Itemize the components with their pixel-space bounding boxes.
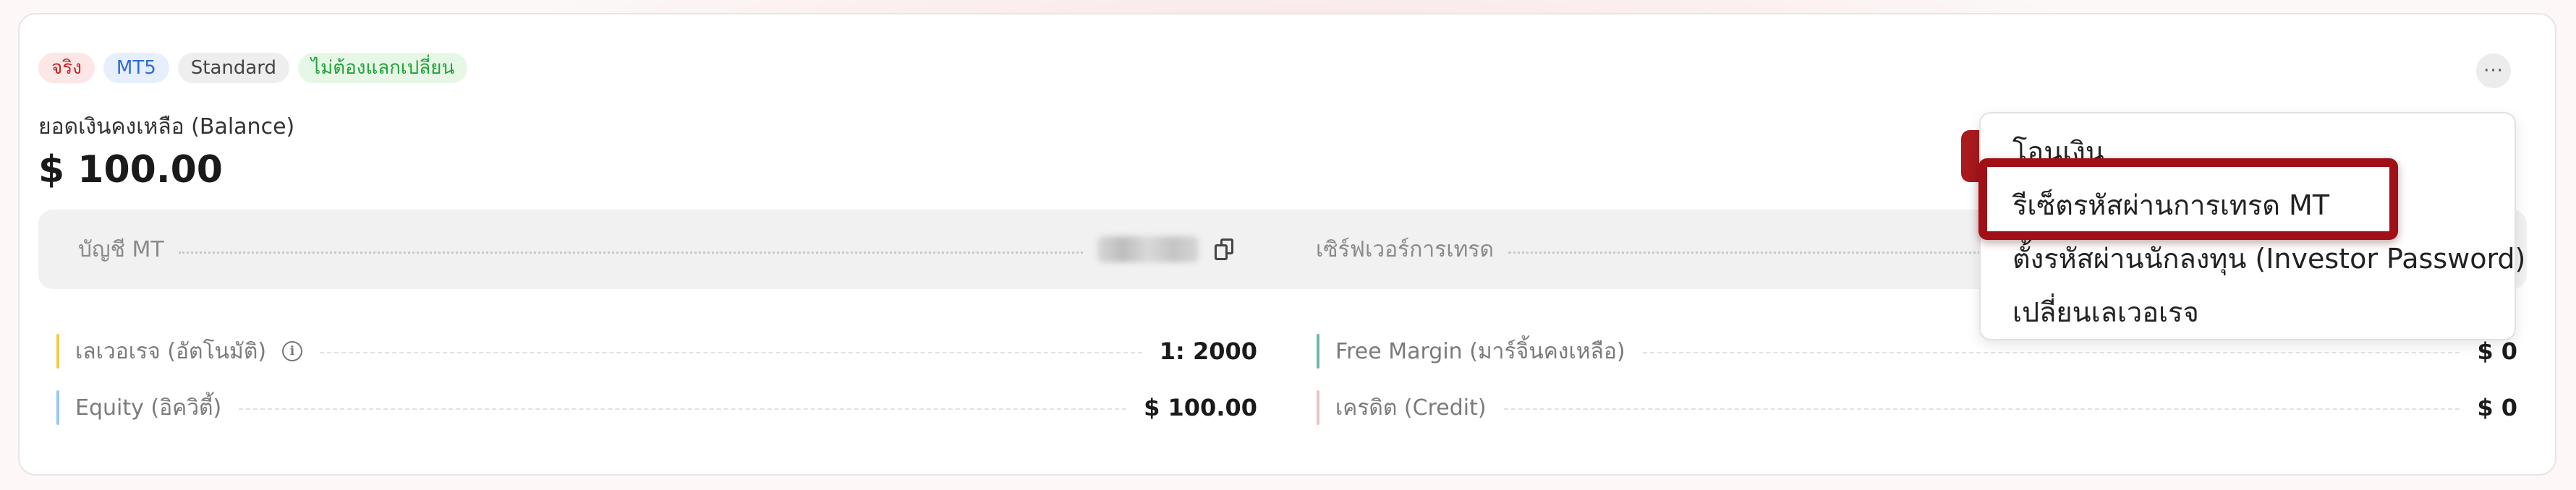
more-options-button[interactable]: ··· — [2476, 53, 2511, 88]
balance-label: ยอดเงินคงเหลือ (Balance) — [38, 114, 295, 139]
info-icon[interactable]: i — [282, 341, 303, 361]
leverage-accent — [56, 334, 59, 369]
mt-account-label: บัญชี MT — [78, 236, 164, 262]
free-margin-value: $ 0 — [2477, 338, 2517, 365]
equity-label: Equity (อิควิตี้) — [75, 395, 222, 421]
server-row: เซิร์ฟเวอร์การเทรด — [1316, 210, 2000, 289]
server-label: เซิร์ฟเวอร์การเทรด — [1316, 236, 1494, 262]
dashed-leader — [320, 352, 1142, 353]
credit-accent — [1317, 390, 1319, 425]
leverage-label-text: เลเวอเรจ (อัตโนมัติ) — [75, 338, 267, 364]
more-dots-icon: ··· — [2483, 60, 2504, 82]
highlight-box — [1978, 158, 2398, 240]
menu-item-investor-password[interactable]: ตั้งรหัสผ่านนักลงทุน (Investor Password) — [2012, 236, 2525, 280]
dashed-leader — [1642, 352, 2460, 353]
leverage-label: เลเวอเรจ (อัตโนมัติ) i — [75, 335, 303, 369]
balance-value: $ 100.00 — [38, 148, 223, 192]
credit-row: เครดิต (Credit) $ 0 — [1317, 390, 2517, 425]
badge-platform: MT5 — [103, 53, 169, 83]
account-badges: จริง MT5 Standard ไม่ต้องแลกเปลี่ยน — [38, 53, 468, 83]
leverage-value: 1: 2000 — [1159, 338, 1257, 365]
dashed-leader — [239, 408, 1127, 410]
dashed-leader — [1503, 408, 2460, 410]
dotted-leader — [1508, 251, 1986, 254]
leverage-row: เลเวอเรจ (อัตโนมัติ) i 1: 2000 — [56, 334, 1257, 369]
dotted-leader — [178, 251, 1083, 254]
free-margin-accent — [1317, 334, 1319, 369]
copy-icon[interactable] — [1214, 237, 1239, 262]
menu-item-change-leverage[interactable]: เปลี่ยนเลเวอเรจ — [2012, 290, 2199, 334]
mt-account-row: บัญชี MT — [78, 210, 1239, 289]
badge-real: จริง — [38, 53, 95, 83]
badge-swap-free: ไม่ต้องแลกเปลี่ยน — [298, 53, 468, 83]
equity-value: $ 100.00 — [1144, 394, 1257, 421]
credit-label: เครดิต (Credit) — [1335, 395, 1487, 421]
mt-account-number-blurred — [1097, 236, 1199, 262]
badge-account-type: Standard — [177, 53, 290, 83]
credit-value: $ 0 — [2477, 394, 2517, 421]
equity-row: Equity (อิควิตี้) $ 100.00 — [56, 390, 1257, 425]
free-margin-label: Free Margin (มาร์จิ้นคงเหลือ) — [1335, 338, 1625, 364]
equity-accent — [56, 390, 59, 425]
